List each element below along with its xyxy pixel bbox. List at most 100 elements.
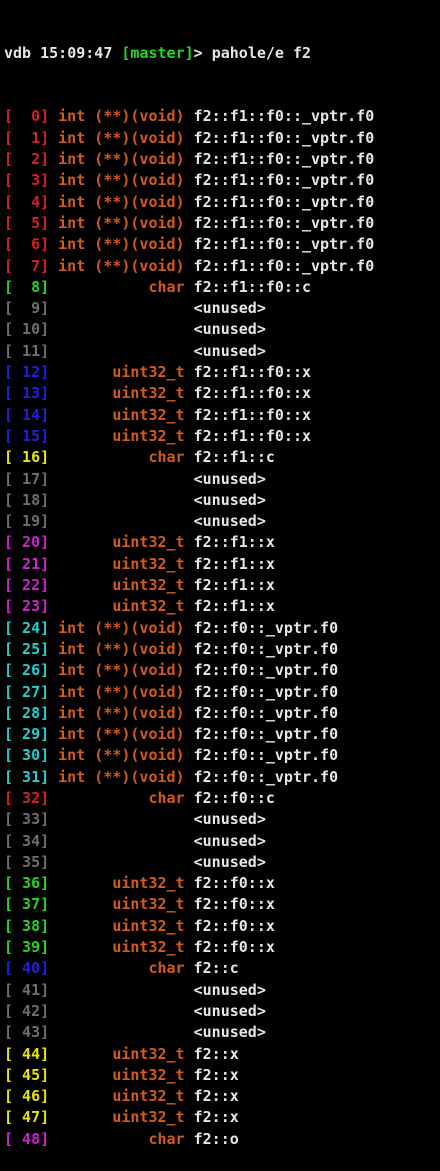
field-name: f2::f0::_vptr.f0 <box>193 703 339 722</box>
bracket-close: ] <box>40 639 50 658</box>
field-name: <unused> <box>193 852 266 871</box>
bracket-open: [ <box>4 150 14 169</box>
bracket-open: [ <box>4 235 14 254</box>
byte-row: [16] char f2::f1::c <box>4 447 440 468</box>
bracket-close: ] <box>40 852 50 871</box>
field-type: int (**)(void) <box>58 746 185 765</box>
field-name: <unused> <box>193 980 266 999</box>
bracket-close: ] <box>40 661 50 680</box>
byte-row: [2] int (**)(void) f2::f1::f0::_vptr.f0 <box>4 149 440 170</box>
bracket-open: [ <box>4 107 14 126</box>
byte-index: 37 <box>22 895 41 914</box>
byte-row: [10] <unused> <box>4 319 440 340</box>
field-name: f2::f0::x <box>193 874 275 893</box>
bracket-close: ] <box>40 916 50 935</box>
byte-index: 34 <box>22 831 41 850</box>
byte-row: [26] int (**)(void) f2::f0::_vptr.f0 <box>4 660 440 681</box>
byte-row: [40] char f2::c <box>4 958 440 979</box>
byte-row: [14] uint32_t f2::f1::f0::x <box>4 405 440 426</box>
field-name: f2::f1::x <box>193 533 275 552</box>
byte-row: [1] int (**)(void) f2::f1::f0::_vptr.f0 <box>4 128 440 149</box>
bracket-open: [ <box>4 1087 14 1106</box>
bracket-open: [ <box>4 874 14 893</box>
bracket-close: ] <box>40 1129 50 1148</box>
bracket-open: [ <box>4 299 14 318</box>
bracket-open: [ <box>4 277 14 296</box>
byte-index: 40 <box>22 959 41 978</box>
prompt-time: 15:09:47 <box>40 43 113 62</box>
bracket-open: [ <box>4 1065 14 1084</box>
byte-row: [37] uint32_t f2::f0::x <box>4 894 440 915</box>
bracket-open: [ <box>4 916 14 935</box>
field-name: f2::c <box>193 959 239 978</box>
field-type: char <box>148 1129 185 1148</box>
byte-layout-list: [0] int (**)(void) f2::f1::f0::_vptr.f0[1… <box>4 106 440 1150</box>
bracket-open: [ <box>4 490 14 509</box>
field-name: f2::x <box>193 1044 239 1063</box>
field-name: <unused> <box>193 1023 266 1042</box>
bracket-close: ] <box>40 448 50 467</box>
field-type: int (**)(void) <box>58 618 185 637</box>
bracket-close: ] <box>40 533 50 552</box>
bracket-close: ] <box>40 959 50 978</box>
byte-index: 44 <box>22 1044 41 1063</box>
byte-row: [46] uint32_t f2::x <box>4 1086 440 1107</box>
byte-index: 6 <box>31 235 41 254</box>
byte-row: [47] uint32_t f2::x <box>4 1107 440 1128</box>
byte-index: 42 <box>22 1001 41 1020</box>
field-type: char <box>148 448 185 467</box>
bracket-open: [ <box>4 213 14 232</box>
field-name: f2::f0::x <box>193 916 275 935</box>
bracket-open: [ <box>4 320 14 339</box>
byte-row: [31] int (**)(void) f2::f0::_vptr.f0 <box>4 767 440 788</box>
bracket-open: [ <box>4 363 14 382</box>
bracket-close: ] <box>40 256 50 275</box>
byte-index: 1 <box>31 128 41 147</box>
byte-index: 17 <box>22 469 41 488</box>
field-name: <unused> <box>193 490 266 509</box>
field-name: f2::f0::_vptr.f0 <box>193 661 339 680</box>
bracket-open: [ <box>4 682 14 701</box>
bracket-close: ] <box>40 213 50 232</box>
bracket-open: [ <box>4 448 14 467</box>
bracket-close: ] <box>40 512 50 531</box>
field-type: uint32_t <box>112 1044 185 1063</box>
byte-row: [5] int (**)(void) f2::f1::f0::_vptr.f0 <box>4 213 440 234</box>
byte-row: [3] int (**)(void) f2::f1::f0::_vptr.f0 <box>4 170 440 191</box>
field-name: f2::f1::f0::_vptr.f0 <box>193 150 375 169</box>
field-type: char <box>148 788 185 807</box>
bracket-open: [ <box>4 938 14 957</box>
byte-row: [35] <unused> <box>4 852 440 873</box>
field-name: f2::f0::c <box>193 788 275 807</box>
byte-row: [42] <unused> <box>4 1001 440 1022</box>
byte-row: [27] int (**)(void) f2::f0::_vptr.f0 <box>4 682 440 703</box>
field-type: char <box>148 277 185 296</box>
byte-index: 8 <box>31 277 41 296</box>
bracket-open: [ <box>4 256 14 275</box>
field-name: f2::f1::x <box>193 576 275 595</box>
field-name: <unused> <box>193 469 266 488</box>
byte-index: 18 <box>22 490 41 509</box>
byte-index: 35 <box>22 852 41 871</box>
field-name: <unused> <box>193 299 266 318</box>
bracket-close: ] <box>40 725 50 744</box>
byte-index: 25 <box>22 639 41 658</box>
byte-row: [4] int (**)(void) f2::f1::f0::_vptr.f0 <box>4 192 440 213</box>
field-name: f2::o <box>193 1129 239 1148</box>
byte-row: [41] <unused> <box>4 980 440 1001</box>
byte-index: 10 <box>22 320 41 339</box>
bracket-close: ] <box>40 299 50 318</box>
byte-row: [32] char f2::f0::c <box>4 788 440 809</box>
byte-index: 28 <box>22 703 41 722</box>
terminal-window[interactable]: vdb 15:09:47 [master]> pahole/e f2 [0] in… <box>0 0 440 1148</box>
field-type: int (**)(void) <box>58 682 185 701</box>
bracket-close: ] <box>40 576 50 595</box>
bracket-close: ] <box>40 469 50 488</box>
byte-index: 3 <box>31 171 41 190</box>
byte-index: 23 <box>22 597 41 616</box>
byte-row: [34] <unused> <box>4 831 440 852</box>
byte-row: [45] uint32_t f2::x <box>4 1065 440 1086</box>
field-type: uint32_t <box>112 1087 185 1106</box>
field-type: int (**)(void) <box>58 725 185 744</box>
byte-index: 16 <box>22 448 41 467</box>
